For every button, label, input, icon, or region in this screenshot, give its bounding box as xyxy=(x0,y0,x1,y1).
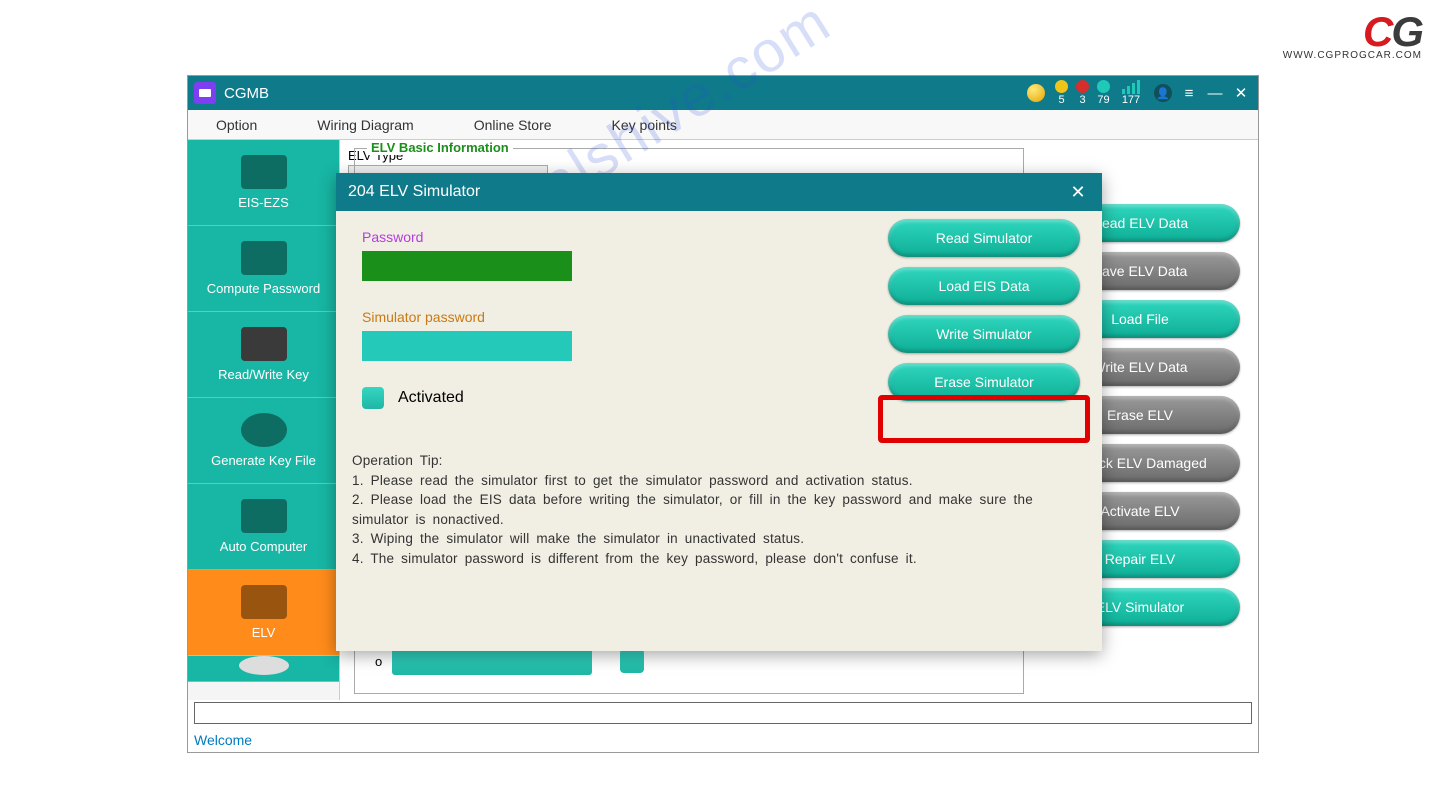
menu-icon[interactable]: ≡ xyxy=(1178,82,1200,104)
sidebar-item-read-write-key[interactable]: Read/Write Key xyxy=(188,312,339,398)
read-simulator-button[interactable]: Read Simulator xyxy=(888,219,1080,257)
sidebar-item-auto-computer[interactable]: Auto Computer xyxy=(188,484,339,570)
sidebar-item-elv[interactable]: ELV xyxy=(188,570,339,656)
medal-icon xyxy=(1027,84,1045,102)
menu-store[interactable]: Online Store xyxy=(474,117,552,133)
app-title: CGMB xyxy=(224,85,269,102)
statusbar xyxy=(194,702,1252,724)
status-text: Welcome xyxy=(194,732,252,748)
menu-wiring[interactable]: Wiring Diagram xyxy=(317,117,413,133)
sidebar-item-eis[interactable]: EIS-EZS xyxy=(188,140,339,226)
close-icon[interactable]: ✕ xyxy=(1230,82,1252,104)
keyboard-icon xyxy=(241,241,287,275)
sidebar: EIS-EZS Compute Password Read/Write Key … xyxy=(188,140,340,700)
stat-count: 177 xyxy=(1118,80,1144,106)
app-icon xyxy=(194,82,216,104)
dialog-close-icon[interactable]: ✕ xyxy=(1066,182,1090,203)
stat-teal: 79 xyxy=(1097,80,1110,106)
menubar: Option Wiring Diagram Online Store Key p… xyxy=(188,110,1258,140)
elv-icon xyxy=(241,585,287,619)
number-field[interactable] xyxy=(392,647,592,675)
stat-red: 3 xyxy=(1076,80,1089,106)
elv-basic-label: ELV Basic Information xyxy=(367,140,513,155)
titlebar: CGMB 5 3 79 177 👤 ≡ — ✕ xyxy=(188,76,1258,110)
sidebar-item-compute-password[interactable]: Compute Password xyxy=(188,226,339,312)
simulator-password-field[interactable] xyxy=(362,331,572,361)
password-field[interactable] xyxy=(362,251,572,281)
user-icon[interactable]: 👤 xyxy=(1152,82,1174,104)
key-icon xyxy=(241,327,287,361)
activated-checkbox[interactable] xyxy=(362,387,384,409)
number-checkbox[interactable] xyxy=(620,649,644,673)
dialog-titlebar: 204 ELV Simulator ✕ xyxy=(336,173,1102,211)
write-simulator-button[interactable]: Write Simulator xyxy=(888,315,1080,353)
stat-gold: 5 xyxy=(1055,80,1068,106)
brand-logo: CG WWW.CGPROGCAR.COM xyxy=(1283,8,1422,61)
activated-label: Activated xyxy=(398,389,464,407)
minimize-icon[interactable]: — xyxy=(1204,82,1226,104)
operation-tips: Operation Tip: 1. Please read the simula… xyxy=(350,447,1088,641)
load-eis-data-button[interactable]: Load EIS Data xyxy=(888,267,1080,305)
sidebar-item-generate-key-file[interactable]: Generate Key File xyxy=(188,398,339,484)
gauge-icon xyxy=(239,656,289,675)
menu-option[interactable]: Option xyxy=(216,117,257,133)
sidebar-item-more[interactable] xyxy=(188,656,339,682)
ecu-icon xyxy=(241,499,287,533)
eis-icon xyxy=(241,155,287,189)
simulator-dialog: 204 ELV Simulator ✕ Password Simulator p… xyxy=(336,173,1102,651)
menu-keypoints[interactable]: Key points xyxy=(612,117,677,133)
dialog-title: 204 ELV Simulator xyxy=(348,183,480,201)
erase-simulator-button[interactable]: Erase Simulator xyxy=(888,363,1080,401)
disc-icon xyxy=(241,413,287,447)
